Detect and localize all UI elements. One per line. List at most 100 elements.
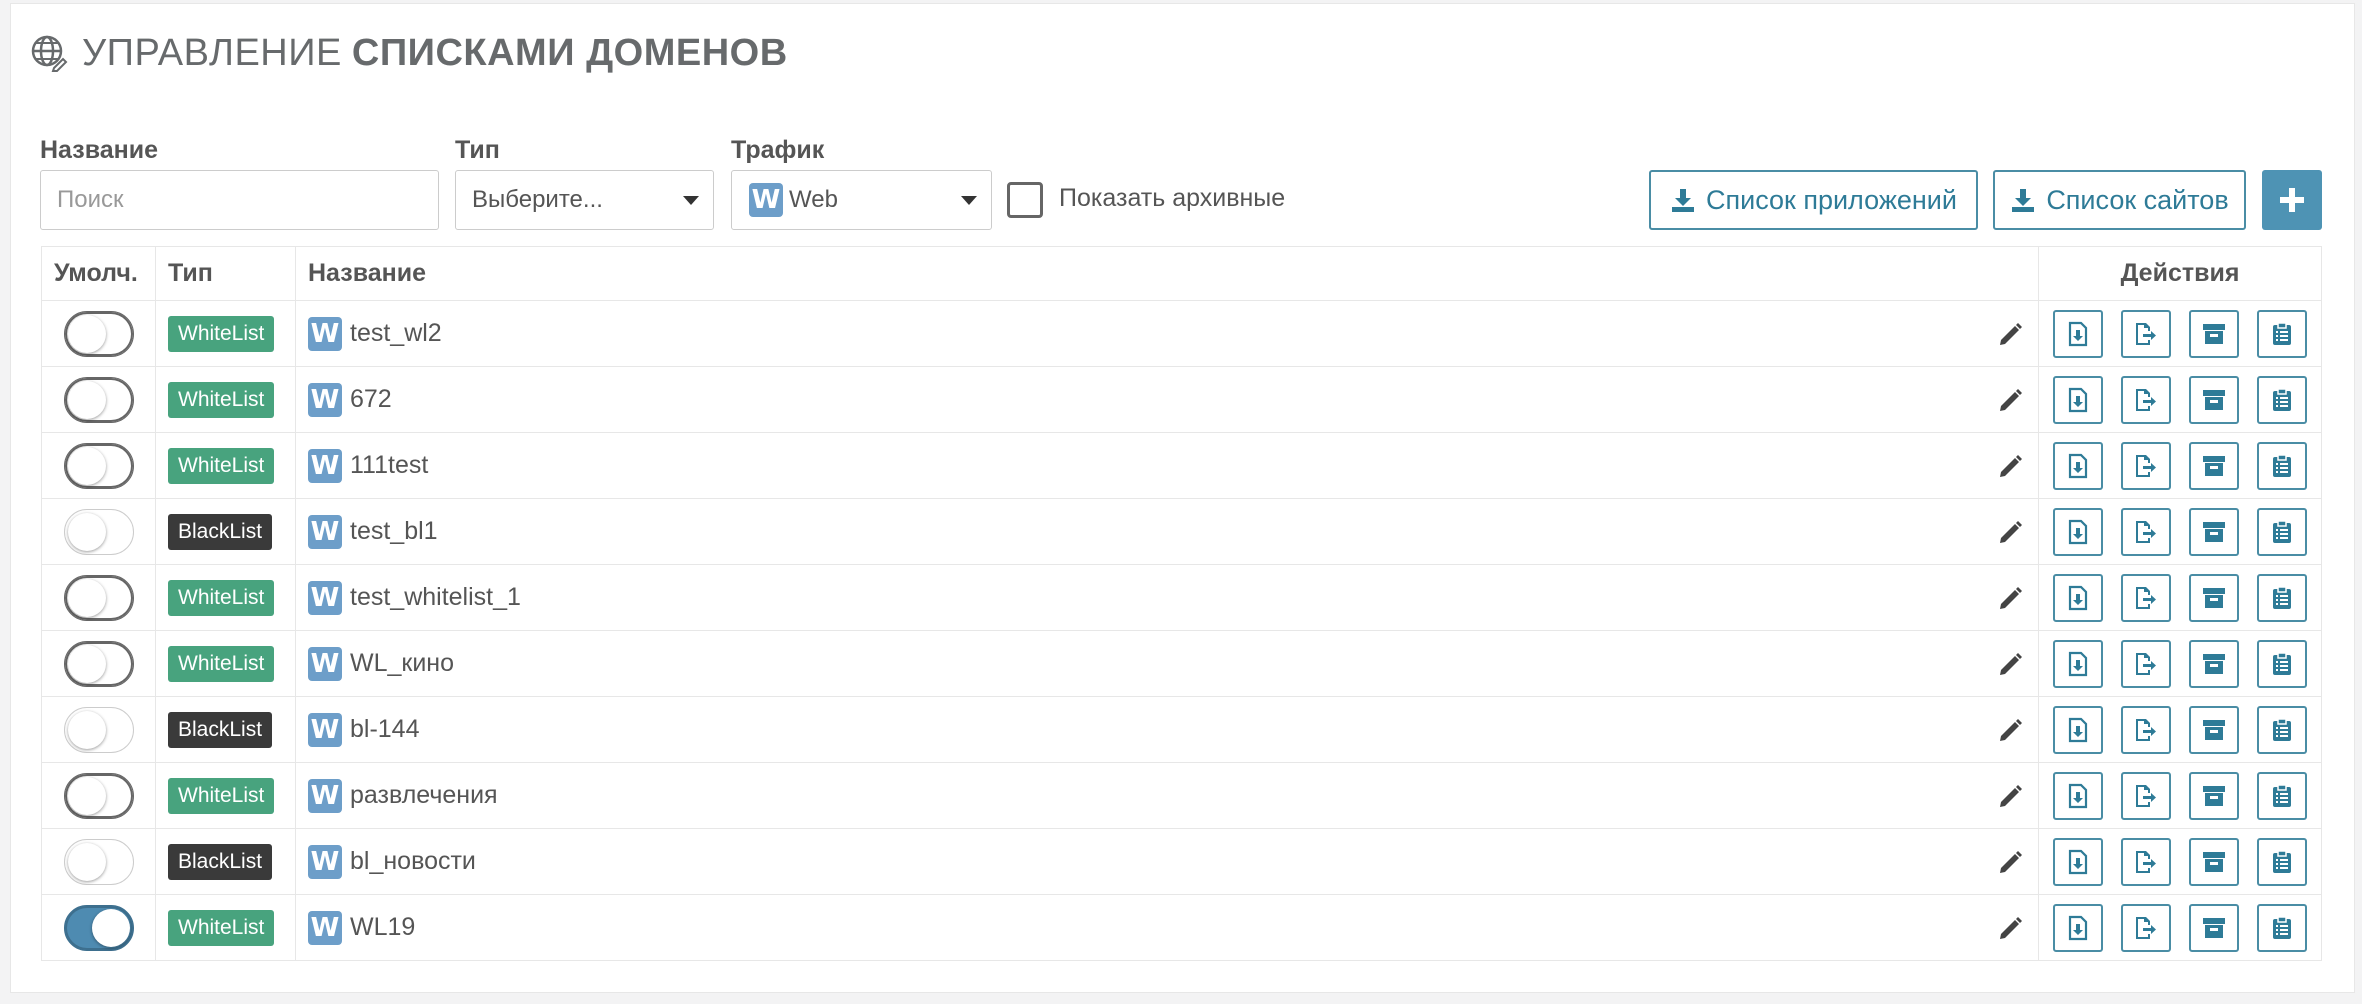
page-title-light: УПРАВЛЕНИЕ bbox=[82, 31, 342, 74]
export-list-button[interactable] bbox=[2121, 441, 2171, 490]
archive-list-button[interactable] bbox=[2189, 441, 2239, 490]
list-type-badge: BlackList bbox=[168, 513, 273, 550]
plus-icon bbox=[2280, 188, 2304, 212]
archive-icon bbox=[2203, 917, 2225, 938]
archive-list-button[interactable] bbox=[2189, 639, 2239, 688]
download-list-button[interactable] bbox=[2053, 639, 2103, 688]
traffic-select-value: Web bbox=[789, 186, 838, 213]
view-list-button[interactable] bbox=[2257, 441, 2307, 490]
download-file-icon bbox=[2068, 453, 2088, 478]
export-list-button[interactable] bbox=[2121, 375, 2171, 424]
default-toggle[interactable] bbox=[63, 442, 134, 489]
edit-pencil-icon[interactable] bbox=[1998, 585, 2024, 611]
edit-pencil-icon[interactable] bbox=[1998, 915, 2024, 941]
type-cell: BlackList bbox=[155, 828, 296, 895]
web-traffic-icon: W bbox=[308, 382, 342, 417]
col-name-header: Название bbox=[295, 246, 2039, 301]
default-cell bbox=[41, 432, 156, 499]
archive-list-button[interactable] bbox=[2189, 771, 2239, 820]
view-list-button[interactable] bbox=[2257, 771, 2307, 820]
download-list-button[interactable] bbox=[2053, 837, 2103, 886]
name-cell: Wbl-144 bbox=[295, 696, 2039, 763]
default-toggle[interactable] bbox=[63, 904, 134, 951]
view-list-button[interactable] bbox=[2257, 705, 2307, 754]
edit-pencil-icon[interactable] bbox=[1998, 387, 2024, 413]
archive-list-button[interactable] bbox=[2189, 507, 2239, 556]
default-toggle[interactable] bbox=[63, 574, 134, 621]
toggle-knob bbox=[91, 908, 130, 947]
archive-list-button[interactable] bbox=[2189, 705, 2239, 754]
export-list-button[interactable] bbox=[2121, 903, 2171, 952]
archive-icon bbox=[2203, 587, 2225, 608]
web-traffic-icon: W bbox=[308, 844, 342, 879]
default-toggle[interactable] bbox=[63, 706, 134, 753]
toggle-knob bbox=[67, 644, 106, 683]
edit-pencil-icon[interactable] bbox=[1998, 321, 2024, 347]
download-list-button[interactable] bbox=[2053, 507, 2103, 556]
edit-pencil-icon[interactable] bbox=[1998, 783, 2024, 809]
edit-pencil-icon[interactable] bbox=[1998, 453, 2024, 479]
export-file-icon bbox=[2136, 586, 2156, 609]
web-traffic-icon: W bbox=[308, 910, 342, 945]
web-traffic-icon: W bbox=[308, 316, 342, 351]
list-name: 111test bbox=[350, 451, 429, 479]
download-list-button[interactable] bbox=[2053, 441, 2103, 490]
export-list-button[interactable] bbox=[2121, 507, 2171, 556]
traffic-select[interactable]: W Web bbox=[731, 170, 992, 230]
export-list-button[interactable] bbox=[2121, 639, 2171, 688]
view-list-button[interactable] bbox=[2257, 507, 2307, 556]
apps-list-button[interactable]: Список приложений bbox=[1649, 170, 1978, 230]
web-traffic-icon: W bbox=[308, 448, 342, 483]
export-list-button[interactable] bbox=[2121, 837, 2171, 886]
archive-icon bbox=[2203, 719, 2225, 740]
edit-pencil-icon[interactable] bbox=[1998, 519, 2024, 545]
archive-list-button[interactable] bbox=[2189, 375, 2239, 424]
edit-pencil-icon[interactable] bbox=[1998, 651, 2024, 677]
type-select[interactable]: Выберите... bbox=[455, 170, 714, 230]
default-toggle[interactable] bbox=[63, 376, 134, 423]
export-list-button[interactable] bbox=[2121, 309, 2171, 358]
download-list-button[interactable] bbox=[2053, 309, 2103, 358]
view-list-button[interactable] bbox=[2257, 573, 2307, 622]
download-file-icon bbox=[2068, 915, 2088, 940]
archive-list-button[interactable] bbox=[2189, 837, 2239, 886]
export-file-icon bbox=[2136, 388, 2156, 411]
export-list-button[interactable] bbox=[2121, 705, 2171, 754]
show-archived-checkbox[interactable] bbox=[1007, 182, 1043, 218]
archive-list-button[interactable] bbox=[2189, 573, 2239, 622]
archive-list-button[interactable] bbox=[2189, 903, 2239, 952]
table-row: WhiteList Wразвлечения bbox=[41, 762, 2322, 829]
edit-pencil-icon[interactable] bbox=[1998, 849, 2024, 875]
view-list-button[interactable] bbox=[2257, 837, 2307, 886]
list-name: 672 bbox=[350, 385, 392, 413]
type-cell: BlackList bbox=[155, 696, 296, 763]
download-list-button[interactable] bbox=[2053, 903, 2103, 952]
view-list-button[interactable] bbox=[2257, 375, 2307, 424]
list-name: bl_новости bbox=[350, 847, 476, 875]
default-toggle[interactable] bbox=[63, 640, 134, 687]
add-button[interactable] bbox=[2262, 170, 2322, 230]
edit-pencil-icon[interactable] bbox=[1998, 717, 2024, 743]
download-icon bbox=[1672, 189, 1694, 212]
export-list-button[interactable] bbox=[2121, 771, 2171, 820]
download-list-button[interactable] bbox=[2053, 573, 2103, 622]
download-file-icon bbox=[2068, 519, 2088, 544]
download-list-button[interactable] bbox=[2053, 375, 2103, 424]
download-list-button[interactable] bbox=[2053, 705, 2103, 754]
view-list-button[interactable] bbox=[2257, 309, 2307, 358]
sites-list-button[interactable]: Список сайтов bbox=[1993, 170, 2246, 230]
view-list-button[interactable] bbox=[2257, 639, 2307, 688]
default-toggle[interactable] bbox=[63, 508, 134, 555]
view-list-button[interactable] bbox=[2257, 903, 2307, 952]
default-toggle[interactable] bbox=[63, 838, 134, 885]
clipboard-icon bbox=[2273, 651, 2291, 675]
search-input[interactable]: Поиск bbox=[40, 170, 439, 230]
table-row: WhiteList W 672 bbox=[41, 366, 2322, 433]
actions-cell bbox=[2038, 828, 2322, 895]
default-toggle[interactable] bbox=[63, 310, 134, 357]
default-toggle[interactable] bbox=[63, 772, 134, 819]
export-list-button[interactable] bbox=[2121, 573, 2171, 622]
download-list-button[interactable] bbox=[2053, 771, 2103, 820]
clipboard-icon bbox=[2273, 453, 2291, 477]
archive-list-button[interactable] bbox=[2189, 309, 2239, 358]
